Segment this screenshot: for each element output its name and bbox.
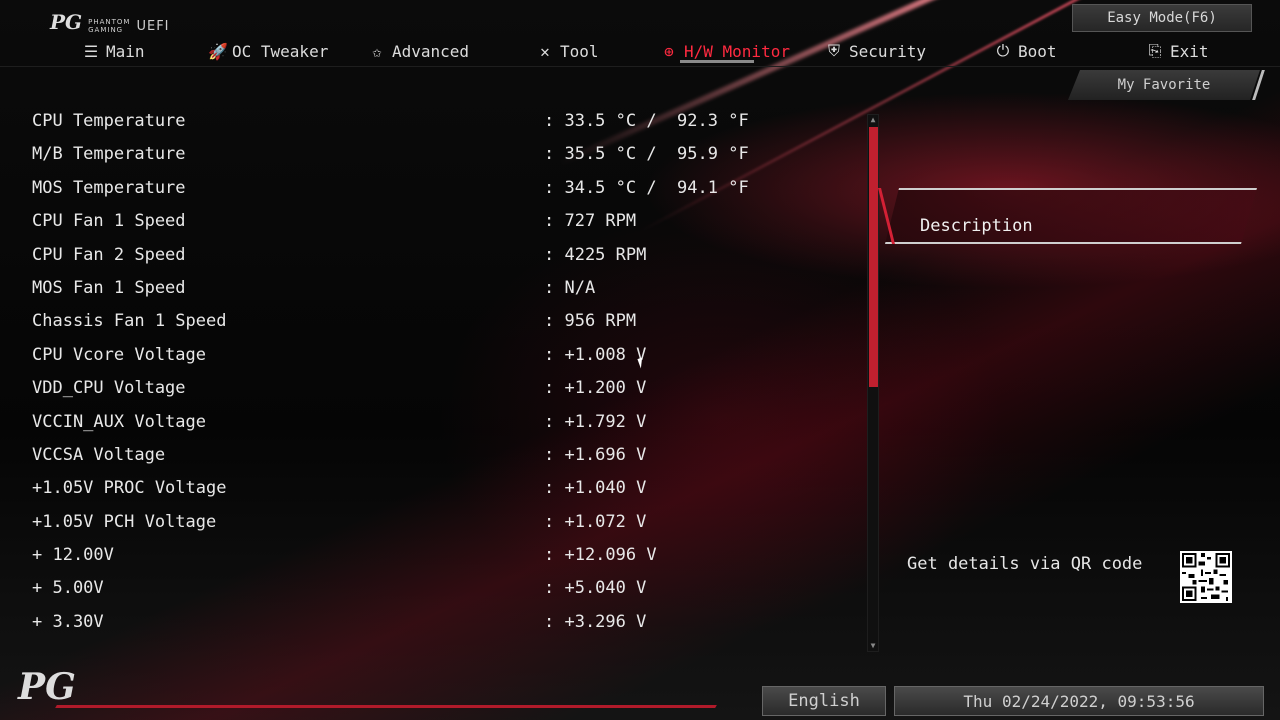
tab-security[interactable]: ⛨ Security bbox=[825, 36, 926, 66]
phantom-gaming-footer-logo-icon: PG bbox=[18, 666, 76, 708]
list-item[interactable]: MOS Temperature: 34.5 °C / 94.1 °F bbox=[32, 172, 832, 205]
scrollbar-thumb[interactable] bbox=[869, 127, 878, 387]
star-icon: ✩ bbox=[372, 41, 382, 61]
list-icon: ☰ bbox=[83, 41, 99, 61]
description-panel: Description bbox=[878, 188, 1257, 244]
list-item[interactable]: MOS Fan 1 Speed: N/A bbox=[32, 272, 832, 305]
qr-caption: Get details via QR code bbox=[907, 554, 1143, 574]
brand-logo: PG PHANTOM GAMING UEFI bbox=[50, 10, 170, 34]
list-item[interactable]: + 12.00V: +12.096 V bbox=[32, 539, 832, 572]
logo-text: PHANTOM GAMING bbox=[88, 18, 131, 34]
main-nav: ☰ Main 🚀 OC Tweaker ✩ Advanced ✕ Tool ⊕ … bbox=[0, 36, 1280, 66]
tab-exit[interactable]: ⎘ Exit bbox=[1146, 36, 1209, 66]
tools-icon: ✕ bbox=[540, 41, 550, 61]
qr-code-icon bbox=[1180, 551, 1232, 603]
footer-accent-line bbox=[55, 705, 717, 708]
phantom-gaming-logo-icon: PG bbox=[50, 10, 83, 34]
tab-boot[interactable]: ⏻ Boot bbox=[994, 36, 1057, 66]
tab-advanced[interactable]: ✩ Advanced bbox=[368, 36, 469, 66]
list-item[interactable]: +1.05V PCH Voltage: +1.072 V bbox=[32, 506, 832, 539]
description-title: Description bbox=[920, 216, 1033, 236]
list-item[interactable]: Chassis Fan 1 Speed: 956 RPM bbox=[32, 305, 832, 338]
tab-main[interactable]: ☰ Main bbox=[82, 36, 145, 66]
easy-mode-button[interactable]: Easy Mode(F6) bbox=[1072, 4, 1252, 32]
scroll-down-arrow-icon[interactable]: ▼ bbox=[868, 641, 878, 651]
tab-oc-tweaker[interactable]: 🚀 OC Tweaker bbox=[208, 36, 328, 66]
list-item[interactable]: + 3.30V: +3.296 V bbox=[32, 606, 832, 639]
logo-uefi: UEFI bbox=[136, 19, 170, 34]
exit-icon: ⎘ bbox=[1148, 41, 1162, 60]
list-item[interactable]: VDD_CPU Voltage: +1.200 V bbox=[32, 372, 832, 405]
my-favorite-button[interactable]: My Favorite bbox=[1068, 70, 1265, 100]
rocket-icon: 🚀 bbox=[208, 41, 228, 61]
list-item[interactable]: M/B Temperature: 35.5 °C / 95.9 °F bbox=[32, 138, 832, 171]
language-button[interactable]: English bbox=[762, 686, 886, 716]
list-item[interactable]: VCCIN_AUX Voltage: +1.792 V bbox=[32, 406, 832, 439]
list-item[interactable]: CPU Fan 1 Speed: 727 RPM bbox=[32, 205, 832, 238]
power-icon: ⏻ bbox=[996, 41, 1010, 60]
tab-tool[interactable]: ✕ Tool bbox=[536, 36, 598, 66]
shield-icon: ⛨ bbox=[827, 41, 840, 60]
list-item[interactable]: CPU Vcore Voltage: +1.008 V bbox=[32, 339, 832, 372]
hw-monitor-list: CPU Temperature: 33.5 °C / 92.3 °F M/B T… bbox=[32, 105, 832, 639]
scrollbar[interactable]: ▲ ▼ bbox=[867, 114, 879, 652]
list-item[interactable]: + 5.00V: +5.040 V bbox=[32, 572, 832, 605]
scroll-up-arrow-icon[interactable]: ▲ bbox=[868, 115, 878, 125]
monitor-icon: ⊕ bbox=[664, 41, 674, 61]
list-item[interactable]: CPU Fan 2 Speed: 4225 RPM bbox=[32, 239, 832, 272]
list-item[interactable]: +1.05V PROC Voltage: +1.040 V bbox=[32, 472, 832, 505]
list-item[interactable]: VCCSA Voltage: +1.696 V bbox=[32, 439, 832, 472]
my-favorite-label: My Favorite bbox=[1117, 77, 1211, 93]
list-item[interactable]: CPU Temperature: 33.5 °C / 92.3 °F bbox=[32, 105, 832, 138]
nav-divider bbox=[0, 66, 1280, 67]
active-tab-indicator bbox=[680, 60, 754, 63]
datetime-display[interactable]: Thu 02/24/2022, 09:53:56 bbox=[894, 686, 1264, 716]
